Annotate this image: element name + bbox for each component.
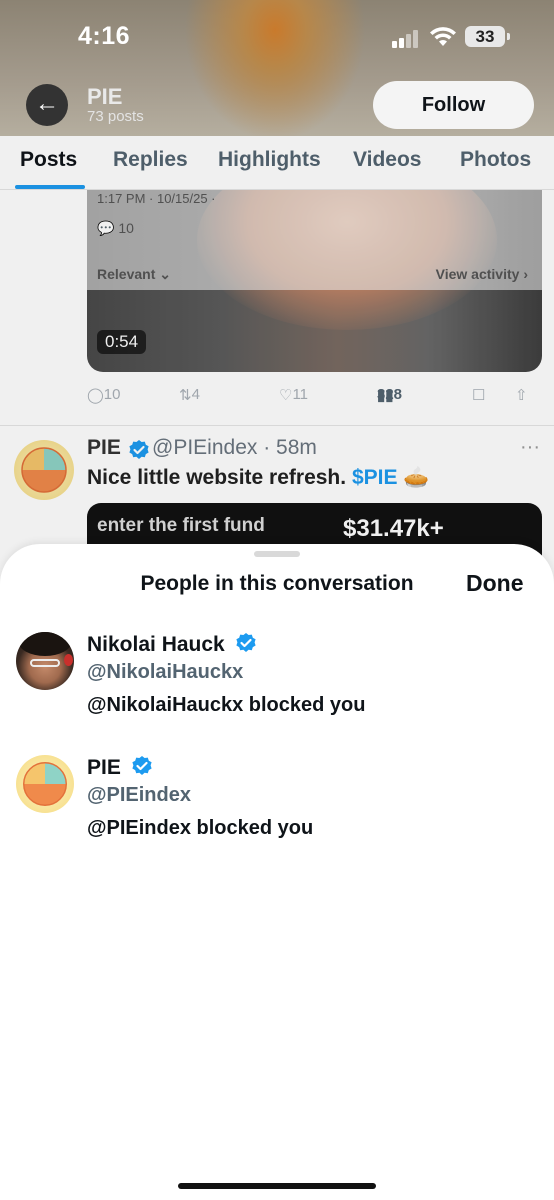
person-name: Nikolai Hauck: [87, 632, 257, 657]
person-name: PIE: [87, 755, 153, 780]
verified-badge-icon: [235, 633, 256, 652]
avatar[interactable]: [16, 632, 74, 690]
blocked-status: @NikolaiHauckx blocked you: [87, 694, 366, 716]
battery-indicator: 33: [465, 26, 510, 47]
back-button[interactable]: ←: [26, 84, 68, 126]
post-count: 73 posts: [87, 108, 144, 125]
pie-logo-icon: [23, 762, 67, 806]
status-time: 4:16: [78, 22, 131, 50]
avatar[interactable]: [16, 755, 74, 813]
cellular-signal-icon: [392, 30, 422, 48]
avatar-glasses: [30, 659, 60, 667]
profile-name: PIE: [87, 84, 123, 109]
done-button[interactable]: Done: [466, 570, 524, 597]
home-indicator[interactable]: [178, 1183, 376, 1189]
avatar-hair: [18, 632, 72, 656]
follow-button[interactable]: Follow: [373, 81, 534, 129]
wifi-icon: [430, 27, 456, 46]
blocked-status: @PIEindex blocked you: [87, 817, 314, 839]
arrow-left-icon: ←: [35, 90, 59, 117]
person-name-text: Nikolai Hauck: [87, 633, 225, 656]
conversation-participants-sheet: People in this conversation Done Nikolai…: [0, 544, 554, 1200]
sheet-grabber[interactable]: [254, 551, 300, 557]
sheet-title-text: People in this conversation: [140, 572, 414, 595]
verified-badge-icon: [132, 756, 152, 775]
person-row[interactable]: Nikolai Hauck @NikolaiHauckx @NikolaiHau…: [0, 632, 554, 742]
avatar-accent: [64, 654, 73, 666]
person-name-text: PIE: [87, 756, 121, 779]
profile-header: ← PIE 73 posts Follow: [0, 80, 554, 136]
person-handle: @NikolaiHauckx: [87, 661, 244, 683]
person-row[interactable]: PIE @PIEindex @PIEindex blocked you: [0, 755, 554, 865]
status-bar: 4:16 33: [0, 0, 554, 80]
person-handle: @PIEindex: [87, 784, 191, 806]
